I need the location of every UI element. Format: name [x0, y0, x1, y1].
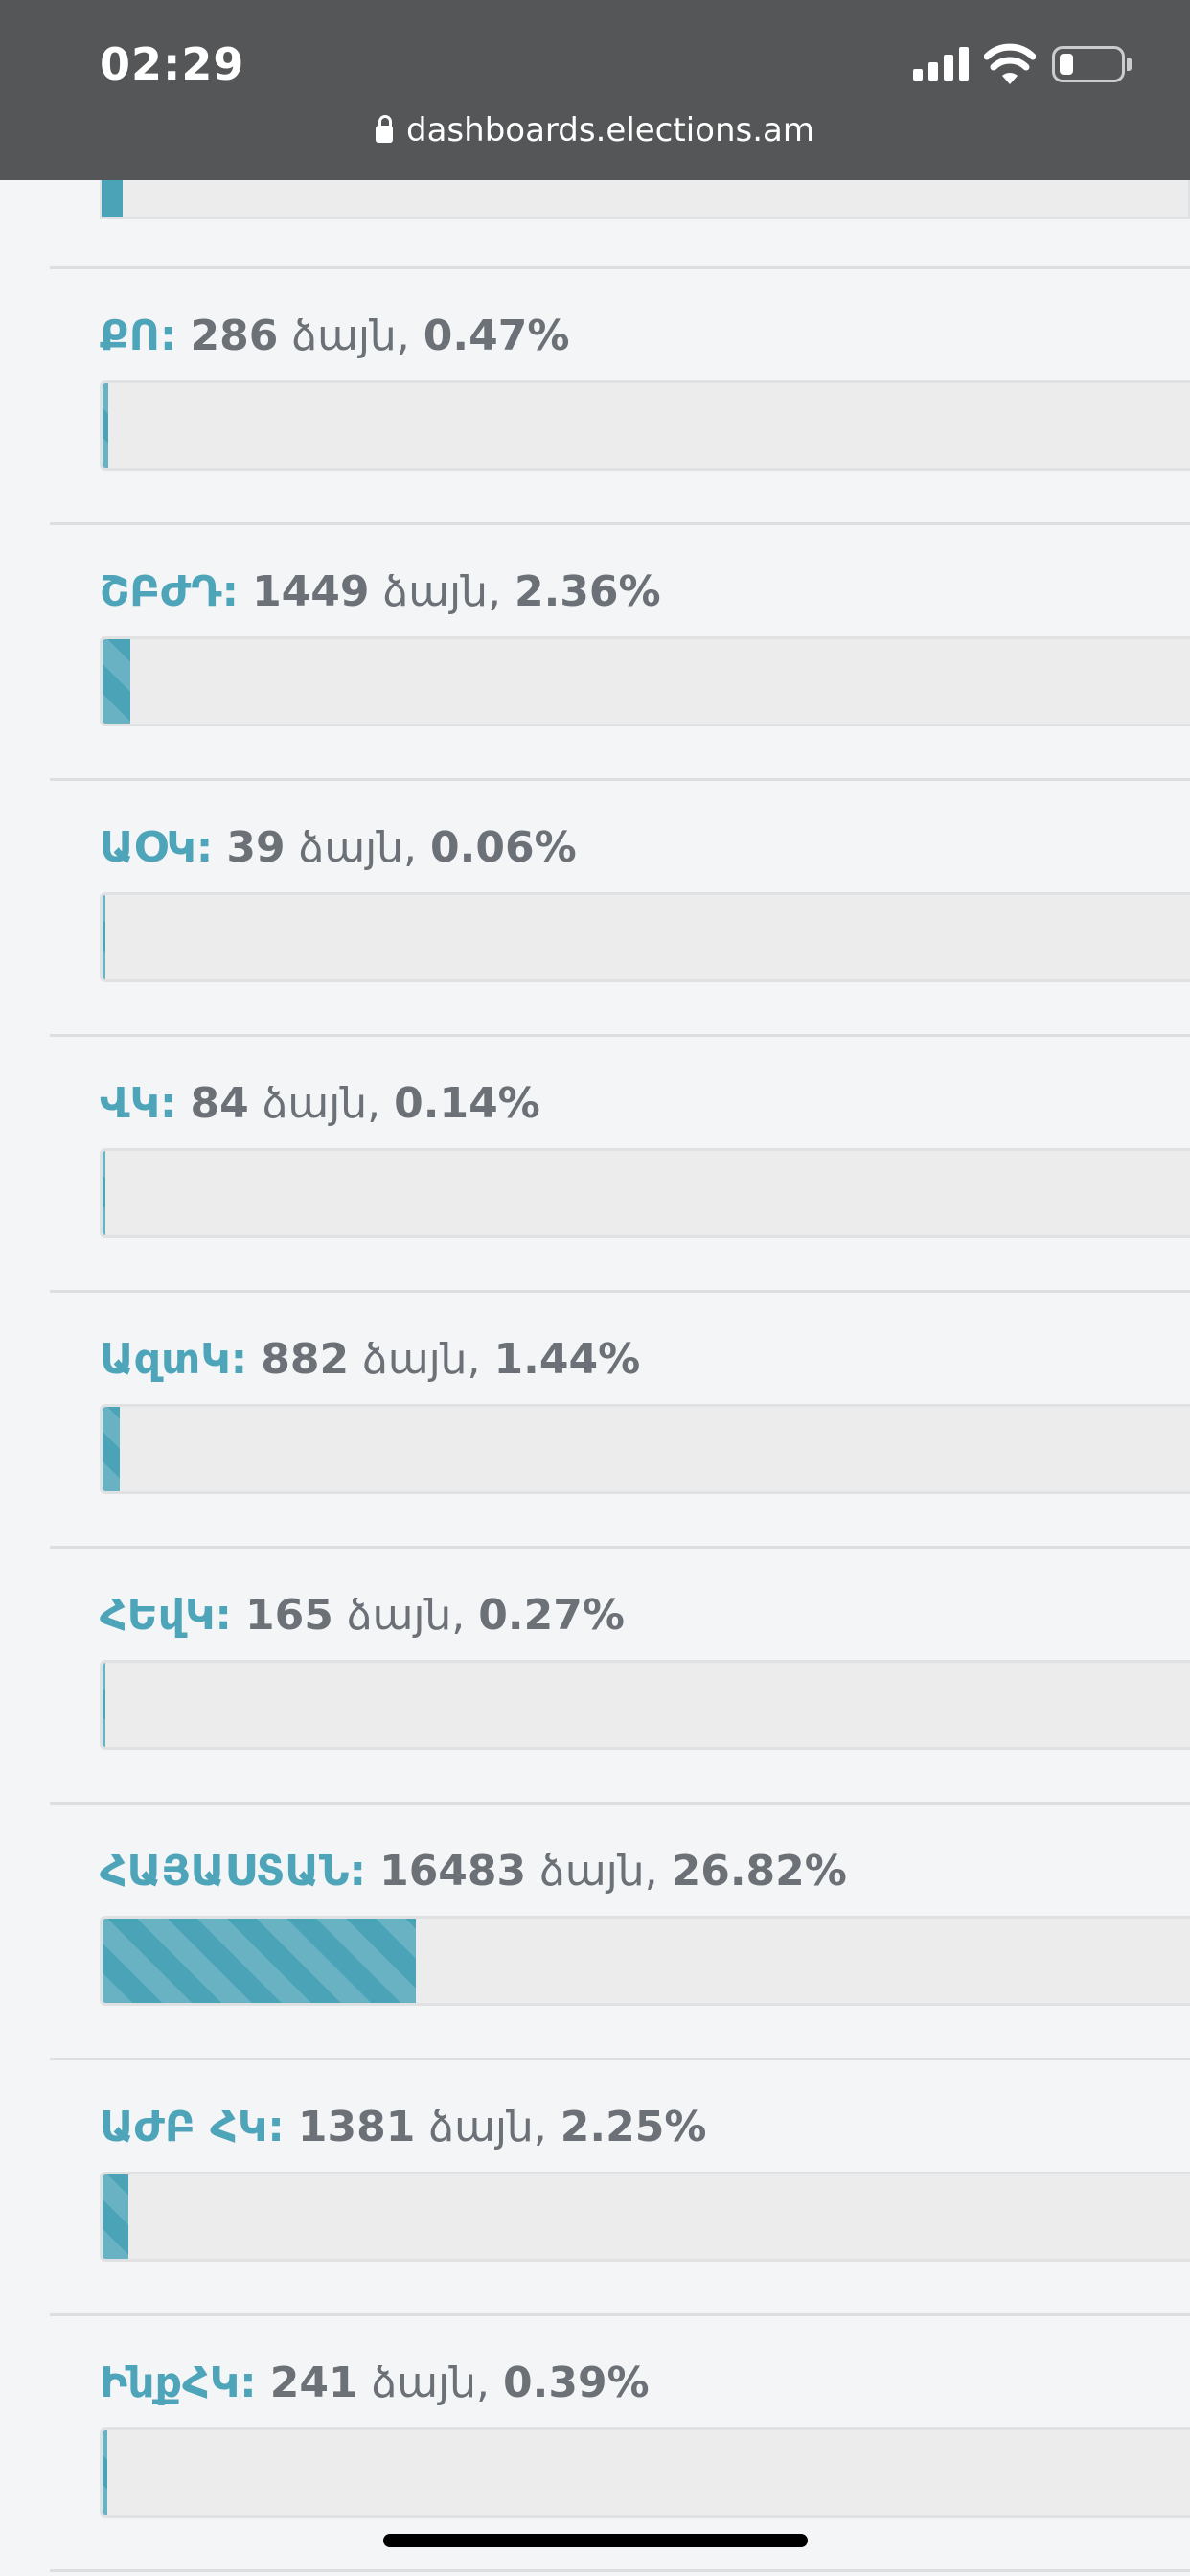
party-label: ՎԿ: 84 ձայն, 0.14% [100, 1079, 540, 1128]
vote-count: 84 [190, 1079, 249, 1128]
vote-unit: ձայն, [371, 2358, 490, 2407]
lock-icon [376, 115, 394, 143]
party-row: ՎԿ: 84 ձայն, 0.14% [0, 1037, 1190, 1293]
vote-percent: 2.36% [514, 567, 661, 616]
party-colon: : [159, 311, 177, 360]
row-divider [50, 2569, 1190, 2572]
vote-percent: 1.44% [493, 1335, 641, 1384]
vote-count: 39 [226, 823, 286, 872]
party-label: ՀԱՅԱՍՏԱՆ: 16483 ձայն, 26.82% [100, 1847, 847, 1896]
party-name: ՀԵվԿ [100, 1591, 216, 1640]
vote-percent: 26.82% [671, 1847, 847, 1896]
vote-count: 882 [261, 1335, 350, 1384]
party-name: ԱՕԿ [100, 823, 196, 872]
cellular-signal-icon [913, 46, 971, 80]
party-row: ՀԱՅԱՍՏԱՆ: 16483 ձայն, 26.82% [0, 1805, 1190, 2060]
progress-bar [100, 892, 1190, 982]
party-name: ՇԲԺԴ [100, 567, 222, 616]
party-row: ՔՈ: 286 ձայն, 0.47% [0, 269, 1190, 525]
vote-unit: ձայն, [346, 1591, 466, 1640]
party-row: ՀԵվԿ: 165 ձայն, 0.27% [0, 1549, 1190, 1805]
progress-bar [100, 380, 1190, 471]
party-name: ՎԿ [100, 1079, 160, 1128]
progress-bar-fill [103, 1919, 416, 2003]
party-row: ՇԲԺԴ: 1449 ձայն, 2.36% [0, 525, 1190, 781]
vote-count: 286 [190, 311, 279, 360]
party-row: ԱՕԿ: 39 ձայն, 0.06% [0, 781, 1190, 1037]
progress-bar-fill [103, 1663, 106, 1747]
vote-count: 1449 [252, 567, 370, 616]
address-bar[interactable]: dashboards.elections.am [0, 111, 1190, 150]
progress-bar [100, 636, 1190, 726]
progress-bar [100, 2427, 1190, 2518]
progress-bar [100, 1916, 1190, 2006]
party-colon: : [215, 1591, 232, 1640]
party-label: ՀԵվԿ: 165 ձայն, 0.27% [100, 1591, 625, 1640]
party-colon: : [267, 2103, 285, 2151]
party-label: ԱզտԿ: 882 ձայն, 1.44% [100, 1335, 640, 1384]
vote-unit: ձայն, [539, 1847, 658, 1896]
party-colon: : [349, 1847, 367, 1896]
progress-bar-fill [103, 383, 108, 468]
party-colon: : [221, 567, 240, 616]
party-name: ՀԱՅԱՍՏԱՆ [100, 1847, 350, 1896]
home-indicator[interactable] [383, 2534, 808, 2547]
party-name: ՔՈ [100, 311, 160, 360]
party-label: ԻնքՀԿ: 241 ձայն, 0.39% [100, 2358, 650, 2407]
progress-bar [100, 1148, 1190, 1238]
vote-count: 241 [269, 2358, 358, 2407]
vote-percent: 0.39% [503, 2358, 650, 2407]
vote-unit: ձայն, [428, 2103, 547, 2151]
progress-bar-fill [102, 180, 123, 217]
progress-bar-fill [103, 639, 130, 724]
vote-unit: ձայն, [362, 1335, 481, 1384]
vote-unit: ձայն, [298, 823, 418, 872]
party-label: ԱԺԲ ՀԿ: 1381 ձայն, 2.25% [100, 2103, 706, 2151]
progress-bar [100, 1660, 1190, 1750]
progress-bar-fill [103, 895, 105, 979]
browser-status-bar: 02:29 dashboards.elections.am [0, 0, 1190, 180]
progress-bar [100, 1404, 1190, 1494]
vote-count: 165 [245, 1591, 333, 1640]
party-colon: : [230, 1335, 248, 1384]
vote-unit: ձայն, [382, 567, 501, 616]
vote-percent: 0.27% [478, 1591, 625, 1640]
vote-unit: ձայն, [262, 1079, 381, 1128]
vote-percent: 0.06% [430, 823, 577, 872]
party-label: ՔՈ: 286 ձայն, 0.47% [100, 311, 569, 360]
party-name: ԻնքՀԿ [100, 2358, 240, 2407]
party-row: ԱզտԿ: 882 ձայն, 1.44% [0, 1293, 1190, 1549]
party-colon: : [240, 2358, 257, 2407]
party-name: ԱզտԿ [100, 1335, 231, 1384]
party-name: ԱԺԲ ՀԿ [100, 2103, 268, 2151]
progress-bar-fill [103, 1151, 105, 1235]
vote-percent: 2.25% [560, 2103, 707, 2151]
wifi-icon [984, 43, 1036, 84]
progress-bar-fill [103, 2430, 107, 2515]
vote-percent: 0.14% [394, 1079, 540, 1128]
results-list[interactable]: ՔՈ: 286 ձայն, 0.47% ՇԲԺԴ: 1449 ձայն, 2.36… [0, 180, 1190, 2576]
status-time: 02:29 [100, 38, 245, 90]
progress-bar [100, 2172, 1190, 2262]
url-text: dashboards.elections.am [406, 111, 814, 150]
vote-unit: ձայն, [291, 311, 410, 360]
battery-icon [1052, 46, 1132, 82]
party-label: ՇԲԺԴ: 1449 ձայն, 2.36% [100, 567, 661, 616]
vote-count: 1381 [297, 2103, 416, 2151]
progress-bar-fill [103, 2174, 129, 2259]
party-colon: : [159, 1079, 177, 1128]
party-row: ԱԺԲ ՀԿ: 1381 ձայն, 2.25% [0, 2060, 1190, 2316]
progress-bar-partial [100, 180, 1190, 218]
party-label: ԱՕԿ: 39 ձայն, 0.06% [100, 823, 577, 872]
progress-bar-fill [103, 1407, 120, 1491]
vote-count: 16483 [379, 1847, 527, 1896]
party-colon: : [195, 823, 214, 872]
vote-percent: 0.47% [423, 311, 570, 360]
